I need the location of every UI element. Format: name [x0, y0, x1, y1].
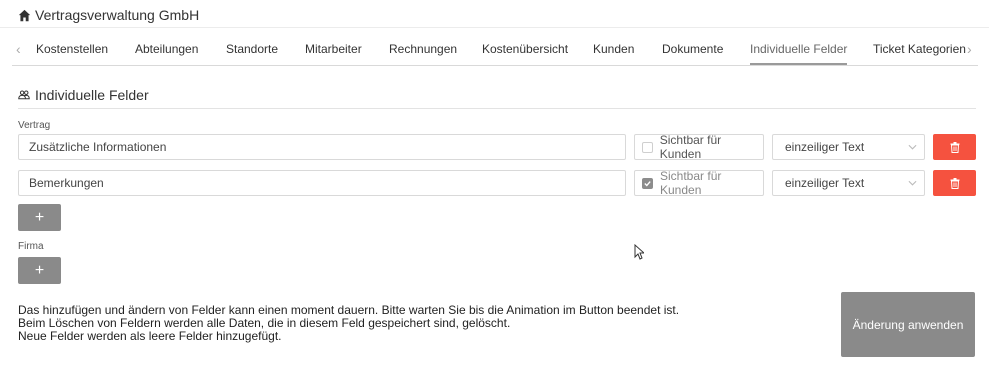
checkbox-checked-icon[interactable]: [642, 177, 653, 189]
field-name-input[interactable]: [18, 170, 626, 196]
tab-rechnungen[interactable]: Rechnungen: [389, 42, 457, 56]
section-divider: [18, 108, 976, 109]
tab-bar: ‹ Kostenstellen Abteilungen Standorte Mi…: [12, 36, 978, 66]
tabs-scroll-left-icon[interactable]: ‹: [16, 41, 21, 57]
field-type-value: einzeiliger Text: [785, 140, 865, 154]
chevron-down-icon: [908, 144, 917, 150]
delete-field-button[interactable]: [933, 134, 976, 160]
delete-field-button[interactable]: [933, 170, 976, 196]
field-type-select[interactable]: einzeiliger Text: [772, 134, 925, 160]
page-header: Vertragsverwaltung GmbH: [18, 6, 199, 24]
visible-for-customers-checkbox[interactable]: Sichtbar für Kunden: [634, 169, 764, 197]
checkbox-label: Sichtbar für Kunden: [659, 133, 722, 161]
tabs-scroll-right-icon[interactable]: ›: [967, 41, 972, 57]
firma-label: Firma: [18, 241, 44, 252]
apply-changes-button[interactable]: Änderung anwenden: [841, 292, 975, 357]
tab-abteilungen[interactable]: Abteilungen: [135, 42, 198, 56]
field-type-select[interactable]: einzeiliger Text: [772, 170, 925, 196]
field-name-input[interactable]: [18, 134, 626, 160]
tab-standorte[interactable]: Standorte: [226, 42, 278, 56]
tab-kostenuebersicht[interactable]: Kostenübersicht: [482, 42, 568, 56]
field-type-value: einzeiliger Text: [785, 176, 865, 190]
add-vertrag-field-button[interactable]: +: [18, 204, 61, 231]
vertrag-label: Vertrag: [18, 120, 51, 131]
checkbox-unchecked-icon[interactable]: [642, 141, 653, 153]
add-firma-field-button[interactable]: +: [18, 257, 61, 284]
tab-mitarbeiter[interactable]: Mitarbeiter: [305, 42, 362, 56]
trash-icon: [950, 141, 959, 153]
section-title: Individuelle Felder: [18, 87, 149, 103]
checkbox-label: Sichtbar für Kunden: [660, 169, 722, 197]
users-icon: [18, 90, 30, 100]
tab-kunden[interactable]: Kunden: [593, 42, 634, 56]
chevron-down-icon: [908, 180, 917, 186]
tab-dokumente[interactable]: Dokumente: [662, 42, 723, 56]
section-title-label: Individuelle Felder: [35, 87, 149, 103]
tab-ticket-kategorien[interactable]: Ticket Kategorien: [873, 42, 966, 56]
info-line: Neue Felder werden als leere Felder hinz…: [18, 329, 282, 343]
mouse-cursor-icon: [634, 244, 644, 260]
visible-for-customers-checkbox[interactable]: Sichtbar für Kunden: [634, 133, 764, 161]
company-title: Vertragsverwaltung GmbH: [35, 7, 200, 23]
header-divider: [0, 27, 989, 28]
tab-kostenstellen[interactable]: Kostenstellen: [36, 42, 108, 56]
info-text: Das hinzufügen und ändern von Felder kan…: [18, 304, 679, 343]
home-icon: [18, 9, 31, 21]
trash-icon: [950, 177, 959, 189]
tab-individuelle-felder[interactable]: Individuelle Felder: [750, 42, 848, 65]
